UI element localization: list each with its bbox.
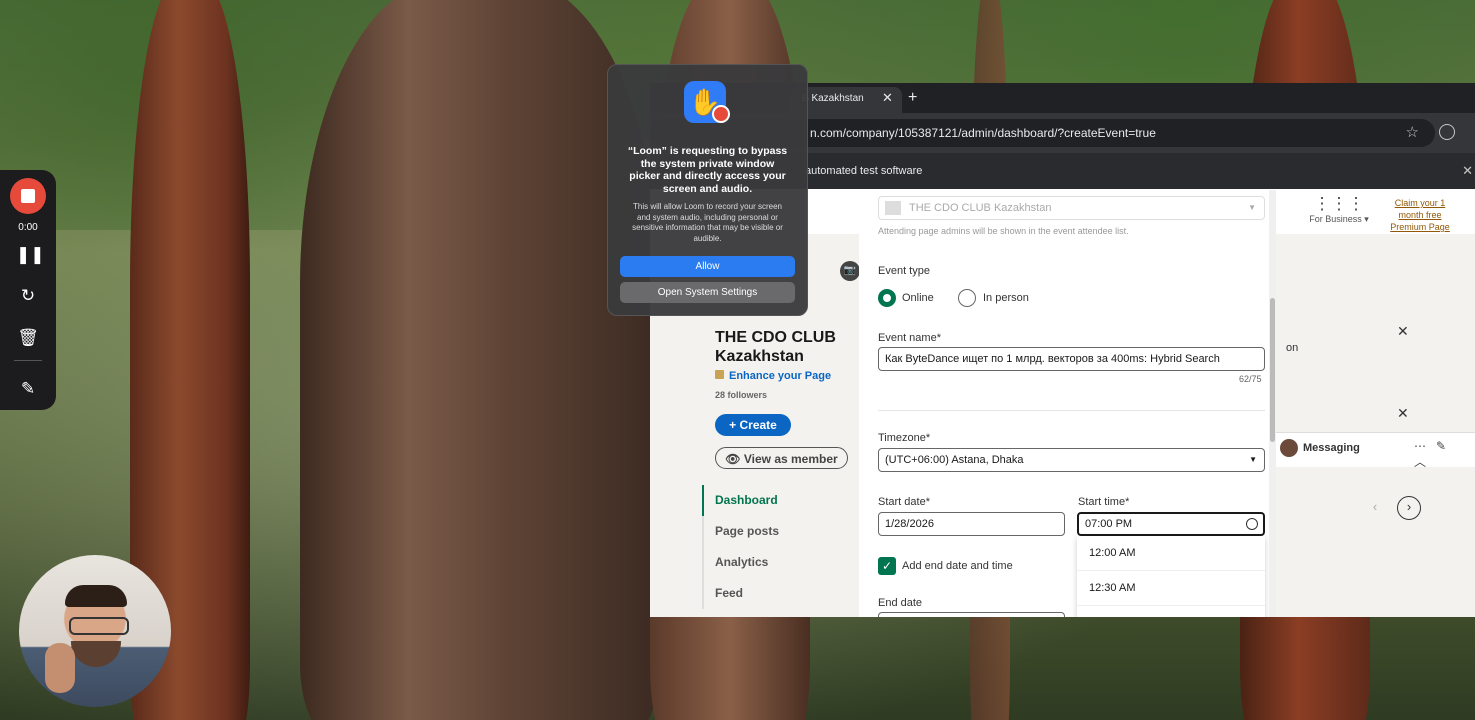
page-title: THE CDO CLUB Kazakhstan bbox=[715, 329, 836, 365]
avatar bbox=[1280, 439, 1298, 457]
camera-icon[interactable]: 📷 bbox=[840, 261, 860, 281]
dismiss-close-icon[interactable]: ✕ bbox=[1397, 323, 1409, 340]
infobar-close-icon[interactable]: ✕ bbox=[1462, 153, 1473, 189]
time-options-dropdown: 12:00 AM 12:30 AM bbox=[1077, 536, 1265, 617]
eye-icon: 👁 bbox=[725, 452, 741, 466]
right-panel-text: on bbox=[1286, 342, 1299, 354]
screen-permission-dialog: ✋ “Loom” is requesting to bypass the sys… bbox=[607, 64, 808, 316]
more-icon[interactable]: ⋯ bbox=[1414, 439, 1436, 453]
event-name-input[interactable]: Как ByteDance ищет по 1 млрд. векторов з… bbox=[878, 347, 1265, 371]
event-name-label: Event name* bbox=[878, 332, 941, 344]
company-logo-icon bbox=[885, 201, 901, 215]
enhance-page-link[interactable]: Enhance your Page bbox=[715, 370, 831, 382]
end-date-label: End date bbox=[878, 597, 923, 609]
timezone-label: Timezone* bbox=[878, 432, 931, 444]
radio-online-label[interactable]: Online bbox=[902, 292, 934, 304]
view-as-member-button[interactable]: 👁 View as member bbox=[715, 447, 848, 469]
start-date-label: Start date* bbox=[878, 496, 930, 508]
stop-recording-button[interactable] bbox=[10, 178, 46, 214]
timezone-select[interactable]: (UTC+06:00) Astana, Dhaka ▼ bbox=[878, 448, 1265, 472]
start-time-label: Start time* bbox=[1078, 496, 1130, 508]
start-time-value: 07:00 PM bbox=[1085, 518, 1133, 530]
webcam-person-beard bbox=[71, 641, 121, 667]
add-end-label[interactable]: Add end date and time bbox=[902, 560, 1013, 572]
loom-recording-toolbar: 0:00 ❚❚ ↻ 🗑 ✎ bbox=[0, 170, 56, 410]
webcam-person-glasses bbox=[69, 617, 129, 635]
organizer-hint: Attending page admins will be shown in t… bbox=[878, 226, 1129, 236]
radio-online[interactable] bbox=[878, 289, 896, 307]
create-event-modal: THE CDO CLUB Kazakhstan ▼ Attending page… bbox=[859, 190, 1276, 617]
time-option[interactable]: 12:00 AM bbox=[1077, 536, 1265, 571]
divider bbox=[14, 360, 42, 361]
webcam-person-hand bbox=[45, 643, 75, 693]
bookmark-star-icon[interactable]: ☆ bbox=[1406, 123, 1419, 141]
for-business-label: For Business ▾ bbox=[1309, 214, 1369, 224]
trash-icon[interactable]: 🗑 bbox=[16, 326, 40, 350]
start-date-input[interactable]: 1/28/2026 bbox=[878, 512, 1065, 536]
tab-close-icon[interactable]: ✕ bbox=[882, 89, 893, 107]
add-end-checkbox[interactable]: ✓ bbox=[878, 557, 896, 575]
open-system-settings-button[interactable]: Open System Settings bbox=[620, 282, 795, 303]
chevron-down-icon: ▼ bbox=[1249, 455, 1257, 464]
time-option[interactable]: 12:30 AM bbox=[1077, 571, 1265, 606]
dialog-body: This will allow Loom to record your scre… bbox=[632, 202, 783, 243]
radio-in-person[interactable] bbox=[958, 289, 976, 307]
sidebar-item-page-posts[interactable]: Page posts bbox=[704, 516, 859, 547]
admin-side-nav: Dashboard Page posts Analytics Feed bbox=[702, 485, 859, 609]
view-member-label: View as member bbox=[743, 452, 838, 466]
record-badge-icon bbox=[712, 105, 730, 123]
pause-icon[interactable]: ❚❚ bbox=[16, 243, 45, 267]
carousel-next-icon[interactable]: › bbox=[1397, 496, 1421, 520]
event-type-label: Event type bbox=[878, 265, 930, 277]
carousel-prev-icon[interactable]: ‹ bbox=[1364, 496, 1386, 518]
followers-count: 28 followers bbox=[715, 390, 768, 400]
premium-promo-link[interactable]: Claim your 1 month free Premium Page bbox=[1386, 197, 1454, 233]
organizer-select[interactable]: THE CDO CLUB Kazakhstan ▼ bbox=[878, 196, 1265, 220]
start-time-input[interactable]: 07:00 PM bbox=[1077, 512, 1265, 536]
messaging-actions: ⋯✎︿ bbox=[1414, 439, 1475, 470]
create-label: Create bbox=[739, 418, 777, 432]
dialog-title: “Loom” is requesting to bypass the syste… bbox=[627, 145, 788, 195]
wallpaper-tree-trunk bbox=[300, 0, 660, 720]
end-date-input[interactable] bbox=[878, 612, 1065, 617]
dismiss-close-icon[interactable]: ✕ bbox=[1397, 405, 1409, 422]
messaging-label: Messaging bbox=[1303, 442, 1360, 454]
draw-pen-icon[interactable]: ✎ bbox=[16, 377, 40, 401]
chevron-up-icon[interactable]: ︿ bbox=[1414, 455, 1436, 469]
sidebar-item-dashboard[interactable]: Dashboard bbox=[702, 485, 859, 516]
radio-in-person-label[interactable]: In person bbox=[983, 292, 1029, 304]
allow-button[interactable]: Allow bbox=[620, 256, 795, 277]
infobar-text: automated test software bbox=[805, 165, 923, 177]
sidebar-item-feed[interactable]: Feed bbox=[704, 578, 859, 609]
apps-grid-icon: ⋮⋮⋮ bbox=[1313, 194, 1365, 213]
create-button[interactable]: + Create bbox=[715, 414, 791, 436]
modal-scrollbar-thumb[interactable] bbox=[1270, 298, 1275, 442]
recording-timer: 0:00 bbox=[18, 222, 38, 233]
messaging-bar[interactable]: Messaging ⋯✎︿ bbox=[1276, 432, 1475, 470]
character-counter: 62/75 bbox=[1239, 374, 1262, 384]
compose-icon[interactable]: ✎ bbox=[1436, 439, 1456, 453]
new-tab-icon[interactable]: + bbox=[908, 88, 917, 108]
organizer-value: THE CDO CLUB Kazakhstan bbox=[909, 202, 1052, 214]
webcam-bubble[interactable] bbox=[19, 555, 171, 707]
divider bbox=[878, 410, 1265, 411]
chevron-down-icon: ▼ bbox=[1248, 203, 1256, 212]
profile-icon[interactable] bbox=[1439, 124, 1455, 140]
for-business-menu[interactable]: ⋮⋮⋮ For Business ▾ bbox=[1305, 194, 1373, 225]
timezone-value: (UTC+06:00) Astana, Dhaka bbox=[885, 454, 1024, 466]
sidebar-item-analytics[interactable]: Analytics bbox=[704, 547, 859, 578]
webcam-person-hair bbox=[65, 585, 127, 607]
clock-icon bbox=[1246, 518, 1258, 530]
restart-icon[interactable]: ↻ bbox=[16, 284, 40, 308]
